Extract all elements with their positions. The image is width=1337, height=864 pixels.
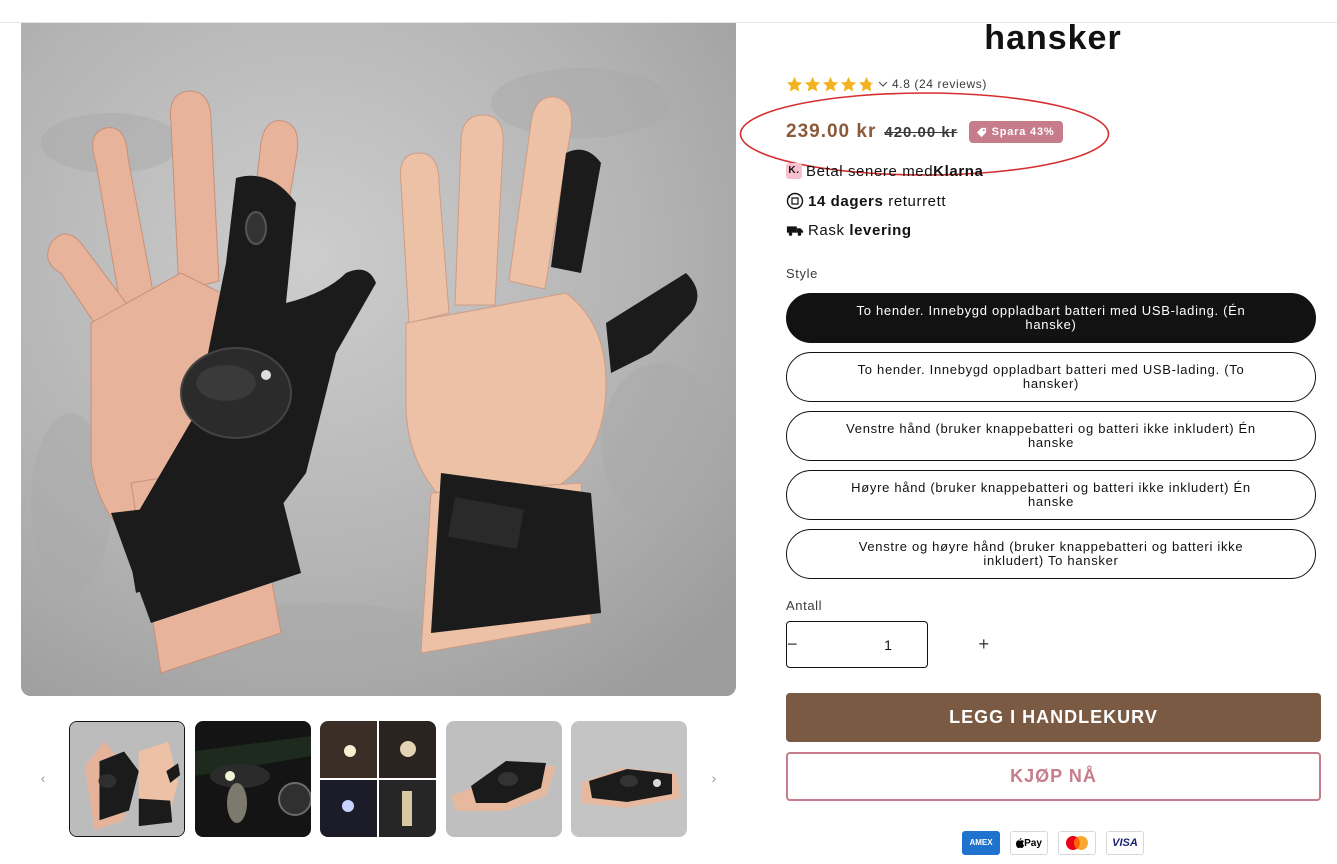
sale-price: 239.00 kr xyxy=(786,121,877,142)
thumbnail-2[interactable] xyxy=(195,721,311,837)
benefit-bold: 14 dagers xyxy=(808,192,884,210)
hands-thumbnail-image xyxy=(70,722,184,836)
thumbnail-4[interactable] xyxy=(446,721,562,837)
benefit-bold: Klarna xyxy=(933,162,984,180)
thumbnail-1[interactable] xyxy=(69,721,185,837)
benefit-text: Betal senere med xyxy=(806,162,934,180)
chevron-down-icon[interactable] xyxy=(878,79,888,89)
quantity-label: Antall xyxy=(786,598,823,613)
quantity-plus-button[interactable]: + xyxy=(979,622,990,667)
quantity-minus-button[interactable]: − xyxy=(787,622,798,667)
price-row: 239.00 kr 420.00 kr Spara 43% xyxy=(786,118,1064,146)
night-fishing-thumbnail-image xyxy=(195,721,311,837)
gloves-pair-thumbnail-image xyxy=(446,721,562,837)
gloves-pair-alt-thumbnail-image xyxy=(571,721,687,837)
apple-pay-icon: Pay xyxy=(1010,831,1048,855)
star-icon xyxy=(786,76,803,91)
benefit-text: returrett xyxy=(883,192,947,210)
benefit-klarna: K. Betal senere med Klarna xyxy=(786,160,983,182)
rating-summary[interactable]: 4.8 (24 reviews) xyxy=(786,74,987,94)
gallery-next-button[interactable]: › xyxy=(706,770,722,786)
tag-icon xyxy=(976,127,986,137)
apple-logo-icon xyxy=(1016,838,1025,848)
benefit-returns: 14 dagers returrett xyxy=(786,190,946,212)
variant-option-2[interactable]: To hender. Innebygd oppladbart batteri m… xyxy=(786,352,1316,402)
benefit-delivery: Rask levering xyxy=(786,219,912,241)
add-to-cart-button[interactable]: LEGG I HANDLEKURV xyxy=(786,693,1321,742)
product-title: hansker xyxy=(984,19,1122,57)
thumbnail-5[interactable] xyxy=(571,721,687,837)
star-icon xyxy=(840,76,857,91)
discount-badge: Spara 43% xyxy=(968,121,1064,143)
compare-at-price: 420.00 kr xyxy=(884,123,958,141)
klarna-icon: K. xyxy=(786,163,802,179)
amex-icon: AMEX xyxy=(962,831,1000,855)
variant-option-4[interactable]: Høyre hånd (bruker knappebatteri og batt… xyxy=(786,470,1316,520)
star-icon xyxy=(822,76,839,91)
quantity-stepper: − + xyxy=(786,621,989,668)
variant-option-5[interactable]: Venstre og høyre hånd (bruker knappebatt… xyxy=(786,529,1316,579)
rating-stars xyxy=(786,76,875,93)
payment-methods: AMEX Pay VISA xyxy=(962,831,1144,855)
benefit-bold: levering xyxy=(849,221,912,239)
style-label: Style xyxy=(786,266,818,281)
discount-badge-label: Spara 43% xyxy=(991,126,1055,138)
collage-thumbnail-image xyxy=(320,721,436,837)
quantity-input[interactable] xyxy=(797,622,979,667)
apple-pay-label: Pay xyxy=(1024,837,1042,849)
mastercard-icon xyxy=(1058,831,1096,855)
gallery-prev-button[interactable]: ‹ xyxy=(35,770,51,786)
rating-text: 4.8 (24 reviews) xyxy=(892,77,987,91)
benefit-text: Rask xyxy=(808,221,850,239)
return-box-icon xyxy=(786,192,804,210)
star-half-icon xyxy=(858,76,875,91)
visa-icon: VISA xyxy=(1106,831,1144,855)
variant-option-1[interactable]: To hender. Innebygd oppladbart batteri m… xyxy=(786,293,1316,343)
product-main-image[interactable] xyxy=(21,23,736,696)
star-icon xyxy=(804,76,821,91)
truck-icon xyxy=(786,221,804,239)
buy-now-button[interactable]: KJØP NÅ xyxy=(786,752,1321,801)
gloves-on-hands-illustration xyxy=(21,23,736,696)
thumbnail-3[interactable] xyxy=(320,721,436,837)
variant-option-3[interactable]: Venstre hånd (bruker knappebatteri og ba… xyxy=(786,411,1316,461)
